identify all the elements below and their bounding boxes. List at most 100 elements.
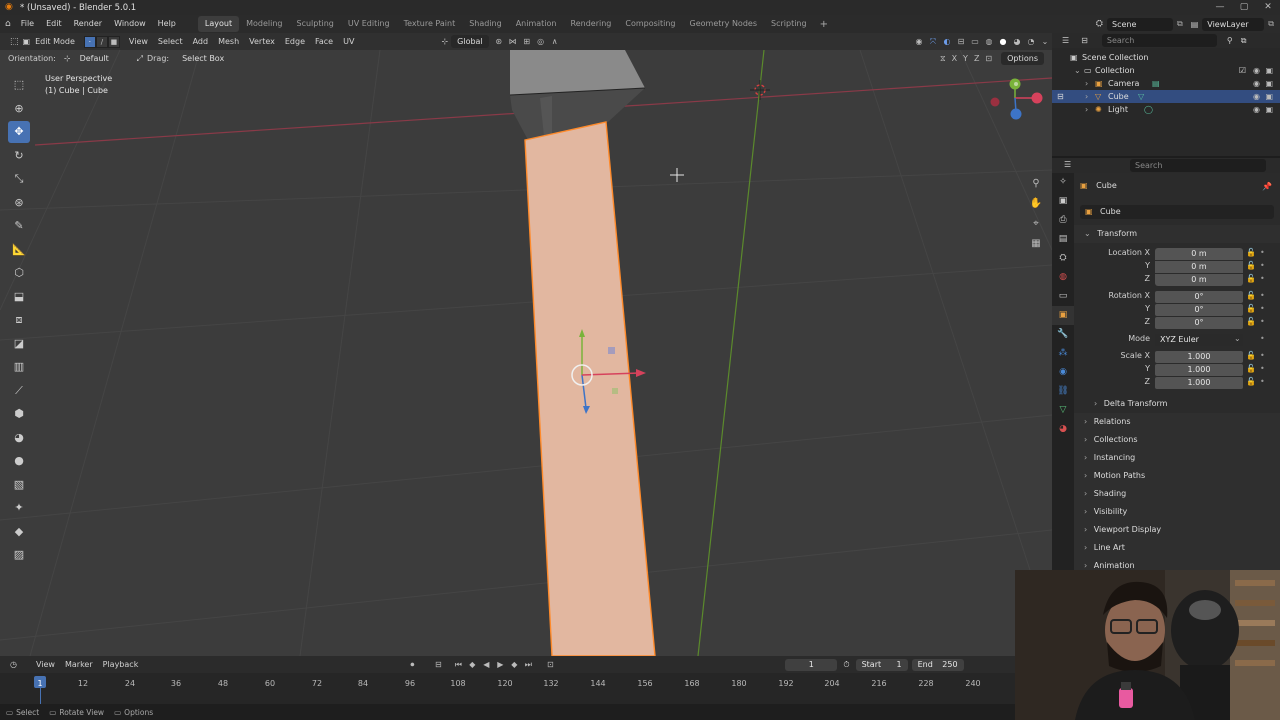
keying-set-icon[interactable]: ⊟ xyxy=(431,658,445,671)
pivot-point-icon[interactable]: ⊛ xyxy=(492,35,506,48)
expand-icon[interactable]: › xyxy=(1085,90,1088,103)
menu-vertex[interactable]: Vertex xyxy=(244,33,280,50)
3d-viewport[interactable]: User Perspective (1) Cube | Cube ⚲ ✋ ⌖ ▦ xyxy=(0,50,1052,656)
auto-keying-icon[interactable]: ⏺ xyxy=(405,658,419,671)
transform-tool-icon[interactable]: ⊛ xyxy=(8,192,30,214)
outliner-search-input[interactable]: Search xyxy=(1101,34,1217,47)
rip-tool-icon[interactable]: ▨ xyxy=(8,544,30,566)
stopwatch-icon[interactable]: ⏱ xyxy=(843,660,849,670)
data-tab-icon[interactable]: ▽ xyxy=(1052,401,1074,420)
perspective-toggle-icon[interactable]: ▦ xyxy=(1027,238,1045,258)
annotate-tool-icon[interactable]: ✎ xyxy=(8,215,30,237)
scale-z-field[interactable]: 1.000 xyxy=(1155,377,1243,389)
tab-uv-editing[interactable]: UV Editing xyxy=(341,16,397,32)
face-select-mode-icon[interactable]: ■ xyxy=(107,35,120,48)
outliner-collection[interactable]: ⌄ ▭ Collection ☑ ◉ ▣ xyxy=(1052,64,1280,77)
timeline-menu-playback[interactable]: Playback xyxy=(98,656,144,673)
modifier-tab-icon[interactable]: 🔧 xyxy=(1052,325,1074,344)
tab-layout[interactable]: Layout xyxy=(197,16,240,32)
transform-orientation-dropdown[interactable]: Global xyxy=(451,35,489,48)
lock-icon[interactable]: 🔓 xyxy=(1246,351,1256,360)
lock-icon[interactable]: 🔓 xyxy=(1246,377,1256,386)
knife-tool-icon[interactable]: ⟋ xyxy=(8,380,30,402)
lock-icon[interactable]: 🔓 xyxy=(1246,274,1256,283)
scale-x-field[interactable]: 1.000 xyxy=(1155,351,1243,363)
proportional-falloff-icon[interactable]: ∧ xyxy=(548,35,562,48)
render-camera-icon[interactable]: ▣ xyxy=(1265,77,1273,90)
menu-file[interactable]: File xyxy=(15,15,40,33)
menu-edit[interactable]: Edit xyxy=(40,15,68,33)
close-button[interactable]: ✕ xyxy=(1256,0,1280,15)
select-box-tool-icon[interactable]: ⬚ xyxy=(8,74,30,96)
eye-icon[interactable]: ◉ xyxy=(1253,90,1260,103)
instancing-panel[interactable]: › Instancing xyxy=(1074,449,1280,467)
line-art-panel[interactable]: › Line Art xyxy=(1074,539,1280,557)
poly-build-tool-icon[interactable]: ⬢ xyxy=(8,403,30,425)
smooth-tool-icon[interactable]: ● xyxy=(8,450,30,472)
render-tab-icon[interactable]: ▣ xyxy=(1052,192,1074,211)
lock-icon[interactable]: 🔓 xyxy=(1246,317,1256,326)
collection-checkbox[interactable]: ☑ xyxy=(1239,64,1246,77)
material-tab-icon[interactable]: ◕ xyxy=(1052,420,1074,439)
minimize-button[interactable]: — xyxy=(1208,0,1232,15)
visibility-panel[interactable]: › Visibility xyxy=(1074,503,1280,521)
selected-face[interactable] xyxy=(524,121,656,656)
move-tool-icon[interactable]: ✥ xyxy=(8,121,30,143)
spin-tool-icon[interactable]: ◕ xyxy=(8,427,30,449)
outliner-item-cube[interactable]: ⊟ › ▽ Cube ▽ ◉ ▣ xyxy=(1052,90,1280,103)
rotate-tool-icon[interactable]: ↻ xyxy=(8,145,30,167)
render-camera-icon[interactable]: ▣ xyxy=(1265,64,1273,77)
new-collection-icon[interactable]: ⧉ xyxy=(1241,36,1247,46)
menu-add[interactable]: Add xyxy=(188,33,214,50)
collections-panel[interactable]: › Collections xyxy=(1074,431,1280,449)
outliner-item-camera[interactable]: › ▣ Camera ▤ ◉ ▣ xyxy=(1052,77,1280,90)
view-layer-tab-icon[interactable]: ▤ xyxy=(1052,230,1074,249)
new-view-layer-icon[interactable]: ⧉ xyxy=(1268,19,1274,29)
filter-icon[interactable]: ⚲ xyxy=(1227,36,1233,45)
timeline-menu-view[interactable]: View xyxy=(31,656,60,673)
menu-uv[interactable]: UV xyxy=(338,33,359,50)
editor-type-icon[interactable]: ⬚ xyxy=(0,37,23,47)
scene-tab-icon[interactable]: ⛭ xyxy=(1052,249,1074,268)
rotation-y-field[interactable]: 0° xyxy=(1155,304,1243,316)
pan-hand-icon[interactable]: ✋ xyxy=(1027,198,1045,218)
snap-icon[interactable]: ⋈ xyxy=(506,35,520,48)
orientation-dropdown[interactable]: Default xyxy=(74,52,128,65)
gizmo-toggle-icon[interactable]: ⤧ xyxy=(926,35,940,48)
mesh-overlay-icon[interactable]: ⊟ xyxy=(954,35,968,48)
vertex-select-mode-icon[interactable]: · xyxy=(83,35,96,48)
start-frame-field[interactable]: Start 1 xyxy=(855,658,908,671)
expand-icon[interactable]: › xyxy=(1085,77,1088,90)
world-tab-icon[interactable]: ◍ xyxy=(1052,268,1074,287)
jump-end-icon[interactable]: ⏭ xyxy=(521,658,535,671)
outliner-item-light[interactable]: › ✺ Light ◯ ◉ ▣ xyxy=(1052,103,1280,116)
particles-tab-icon[interactable]: ⁂ xyxy=(1052,344,1074,363)
add-workspace-icon[interactable]: + xyxy=(814,19,834,30)
lock-icon[interactable]: 🔓 xyxy=(1246,304,1256,313)
tab-texture-paint[interactable]: Texture Paint xyxy=(397,16,463,32)
inset-tool-icon[interactable]: ⧈ xyxy=(8,309,30,331)
display-mode-icon[interactable]: ⊟ xyxy=(1081,36,1088,45)
mirror-axis-z[interactable]: Z xyxy=(974,54,979,63)
timeline-editor-icon[interactable]: ◷ xyxy=(10,660,17,669)
delta-transform-subpanel[interactable]: › Delta Transform xyxy=(1074,395,1280,413)
overlay-toggle-icon[interactable]: ◐ xyxy=(940,35,954,48)
drag-dropdown[interactable]: Select Box xyxy=(176,52,230,65)
timeline-ruler[interactable]: 1 12 24 36 48 60 72 84 96 108 120 132 14… xyxy=(0,673,1015,704)
tab-geometry-nodes[interactable]: Geometry Nodes xyxy=(683,16,764,32)
outliner-editor-icon[interactable]: ☰ xyxy=(1062,36,1069,45)
tab-animation[interactable]: Animation xyxy=(509,16,564,32)
next-keyframe-icon[interactable]: ◆ xyxy=(507,658,521,671)
relations-panel[interactable]: › Relations xyxy=(1074,413,1280,431)
physics-tab-icon[interactable]: ◉ xyxy=(1052,363,1074,382)
options-dropdown[interactable]: Options xyxy=(1001,52,1044,65)
prev-keyframe-icon[interactable]: ◆ xyxy=(465,658,479,671)
viewport-display-panel[interactable]: › Viewport Display xyxy=(1074,521,1280,539)
edge-select-mode-icon[interactable]: / xyxy=(95,35,108,48)
shading-options-icon[interactable]: ⌄ xyxy=(1038,35,1052,48)
collection-tab-icon[interactable]: ▭ xyxy=(1052,287,1074,306)
motion-paths-panel[interactable]: › Motion Paths xyxy=(1074,467,1280,485)
transform-panel-header[interactable]: ⌄ Transform xyxy=(1074,225,1280,243)
tool-tab-icon[interactable]: ✧ xyxy=(1052,173,1074,192)
maximize-button[interactable]: ▢ xyxy=(1232,0,1256,15)
